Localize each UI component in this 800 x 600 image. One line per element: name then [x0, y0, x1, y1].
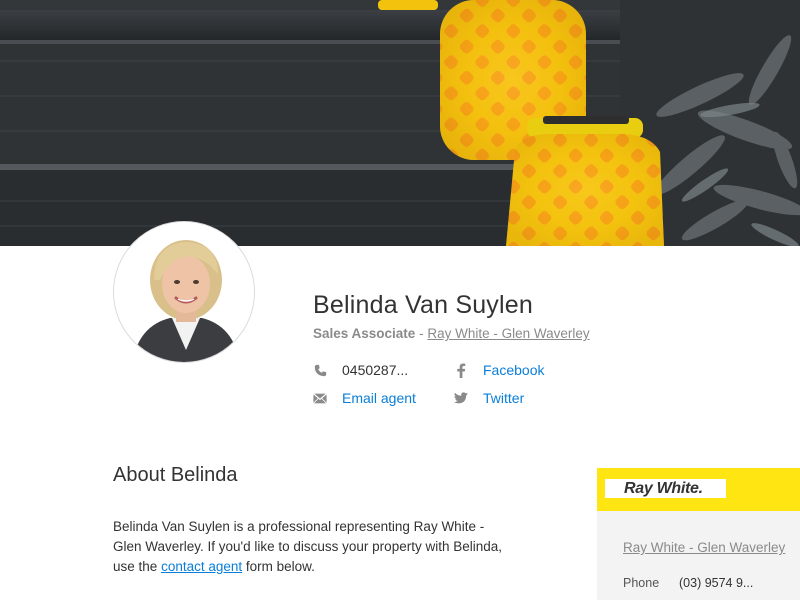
contact-agent-link[interactable]: contact agent [161, 559, 242, 574]
ray-white-logo[interactable]: Ray White. [605, 479, 726, 498]
office-phone-label: Phone [623, 576, 660, 590]
subtitle-separator: - [419, 326, 424, 341]
agent-avatar [113, 221, 255, 363]
contact-facebook[interactable]: Facebook [454, 362, 544, 378]
facebook-icon [454, 362, 468, 378]
contact-twitter[interactable]: Twitter [454, 390, 524, 406]
hero-banner-image [0, 0, 800, 246]
agent-role: Sales Associate [313, 326, 416, 341]
facebook-link[interactable]: Facebook [483, 362, 544, 378]
office-link[interactable]: Ray White - Glen Waverley [427, 326, 589, 341]
envelope-icon [313, 391, 327, 405]
office-logo-band: Ray White. [597, 468, 800, 511]
agent-subtitle: Sales Associate - Ray White - Glen Waver… [313, 326, 590, 341]
twitter-link[interactable]: Twitter [483, 390, 524, 406]
contact-email[interactable]: Email agent [313, 390, 416, 406]
about-text-after: form below. [245, 559, 315, 574]
twitter-icon [454, 391, 468, 405]
phone-number[interactable]: 0450287... [342, 362, 408, 378]
phone-icon [313, 363, 327, 377]
email-agent-link[interactable]: Email agent [342, 390, 416, 406]
contact-phone[interactable]: 0450287... [313, 362, 408, 378]
about-paragraph: Belinda Van Suylen is a professional rep… [113, 517, 513, 577]
logo-text: Ray White. [624, 480, 703, 497]
office-phone-value[interactable]: (03) 9574 9... [679, 576, 753, 590]
office-card: Ray White. Ray White - Glen Waverley Pho… [597, 468, 800, 600]
agent-name: Belinda Van Suylen [313, 291, 533, 319]
about-title: About Belinda [113, 464, 238, 486]
office-name-link[interactable]: Ray White - Glen Waverley [623, 540, 785, 555]
